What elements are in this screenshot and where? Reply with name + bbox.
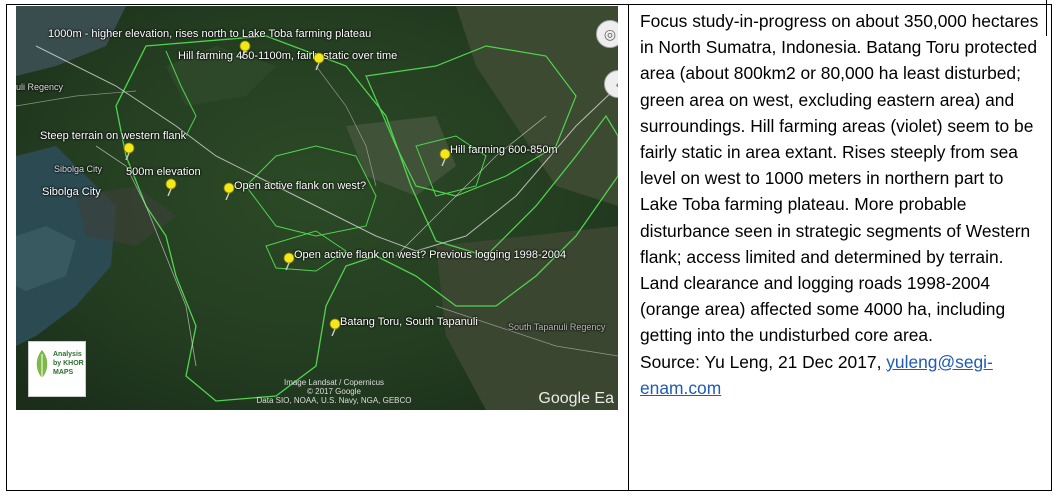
source-prefix: Source: Yu Leng, 21 Dec 2017, bbox=[640, 351, 887, 372]
description-column: Focus study-in-progress on about 350,000… bbox=[640, 8, 1044, 401]
label-regency-right: South Tapanuli Regency bbox=[508, 322, 606, 332]
credit-data: Data SIO, NOAA, U.S. Navy, NGA, GEBCO bbox=[256, 396, 412, 405]
logo-line-3: MAPS bbox=[53, 369, 74, 376]
pushpin-icon[interactable] bbox=[122, 142, 136, 160]
label-hill-farming-north: Hill farming 450-1100m, fairly static ov… bbox=[178, 50, 398, 62]
label-north-elevation: 1000m - higher elevation, rises north to… bbox=[48, 28, 372, 40]
pushpin-icon[interactable] bbox=[222, 182, 236, 200]
column-divider bbox=[628, 4, 629, 491]
pushpin-icon[interactable] bbox=[282, 252, 296, 270]
table-edge bbox=[1046, 0, 1047, 36]
satellite-map[interactable]: 1000m - higher elevation, rises north to… bbox=[16, 6, 618, 410]
khor-maps-logo: Analysis by KHOR MAPS bbox=[28, 341, 86, 397]
credit-imagery: Image Landsat / Copernicus bbox=[283, 378, 385, 387]
leaf-icon bbox=[36, 350, 48, 382]
pushpin-icon[interactable] bbox=[438, 148, 452, 166]
pushpin-icon[interactable] bbox=[164, 178, 178, 196]
description-text: Focus study-in-progress on about 350,000… bbox=[640, 11, 1039, 346]
label-regency-left: uli Regency bbox=[16, 82, 64, 92]
credit-copyright: © 2017 Google bbox=[307, 387, 361, 396]
pushpin-icon[interactable] bbox=[312, 52, 326, 70]
pushpin-icon[interactable] bbox=[238, 40, 252, 58]
label-sibolga-small: Sibolga City bbox=[54, 164, 103, 174]
google-earth-wordmark: Google Ea bbox=[538, 390, 614, 407]
logo-line-2: by KHOR bbox=[53, 360, 84, 367]
label-batang-toru: Batang Toru, South Tapanuli bbox=[340, 316, 478, 328]
compass-icon[interactable]: ◎ bbox=[596, 20, 618, 48]
logo-line-1: Analysis bbox=[53, 351, 82, 358]
label-open-flank-logging: Open active flank on west? Previous logg… bbox=[294, 249, 567, 261]
map-credits: Image Landsat / Copernicus © 2017 Google… bbox=[234, 378, 434, 405]
label-steep-terrain: Steep terrain on western flank bbox=[40, 130, 187, 142]
label-500m-elevation: 500m elevation bbox=[126, 166, 201, 178]
label-sibolga-city: Sibolga City bbox=[42, 186, 101, 198]
source-line: Source: Yu Leng, 21 Dec 2017, yuleng@seg… bbox=[640, 349, 1044, 401]
label-open-flank: Open active flank on west? bbox=[234, 180, 367, 192]
pushpin-icon[interactable] bbox=[328, 318, 342, 336]
label-hill-farming-east: Hill farming 600-850m bbox=[450, 144, 558, 156]
